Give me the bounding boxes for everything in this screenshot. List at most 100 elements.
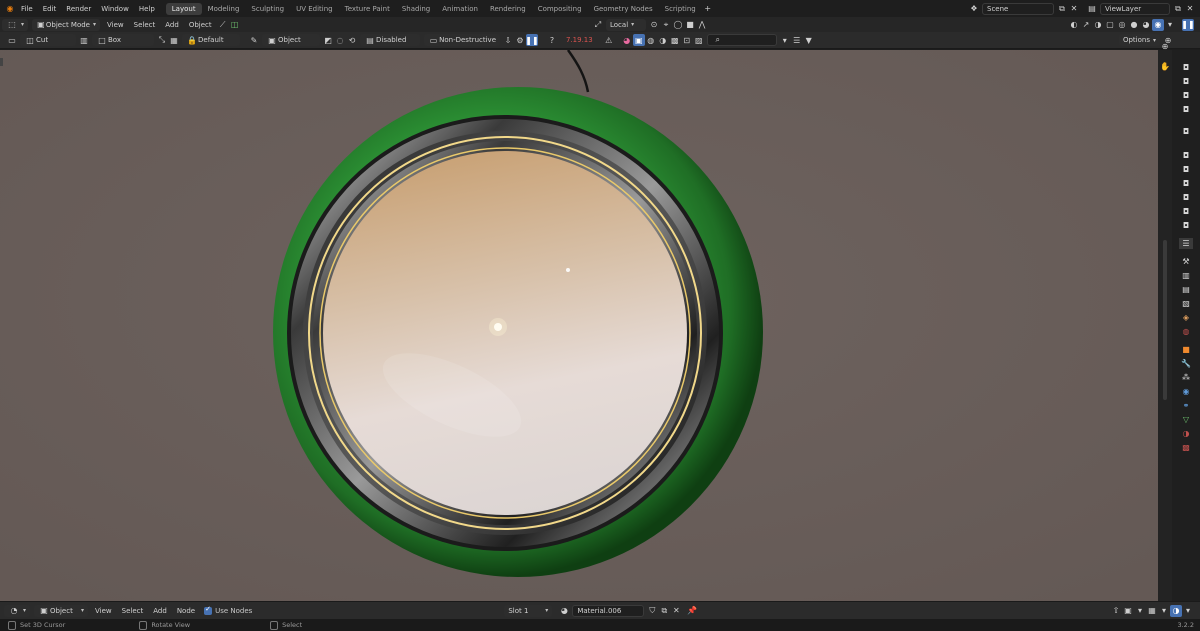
editor-type-dropdown-bottom[interactable]: ◔ ▾: [4, 604, 31, 617]
snap-node-icon[interactable]: ▣: [1122, 605, 1134, 617]
camera-restrict-icon-8[interactable]: ◘: [1181, 178, 1192, 189]
viewport-menu-object[interactable]: Object: [184, 21, 217, 29]
camera-restrict-icon-4[interactable]: ◘: [1181, 104, 1192, 115]
node-menu-node[interactable]: Node: [172, 607, 200, 615]
node-menu-select[interactable]: Select: [117, 607, 149, 615]
workspace-tab-scripting[interactable]: Scripting: [659, 3, 702, 15]
workspace-tab-shading[interactable]: Shading: [396, 3, 436, 15]
render-properties-icon[interactable]: ▥: [1181, 270, 1192, 281]
editor-type-dropdown[interactable]: ⬚ ▾: [2, 18, 29, 31]
gizmo-icon[interactable]: ↗: [1080, 19, 1092, 31]
workspace-tab-texture-paint[interactable]: Texture Paint: [339, 3, 396, 15]
color-wheel-icon[interactable]: ◕: [621, 34, 633, 46]
snap-icon[interactable]: ⟋: [217, 19, 229, 31]
camera-restrict-icon-7[interactable]: ◘: [1181, 164, 1192, 175]
shading-options-icon[interactable]: ▾: [1164, 19, 1176, 31]
fake-user-shield-icon[interactable]: ⛉: [646, 605, 658, 617]
backdrop-toggle-icon[interactable]: ◑: [1170, 604, 1182, 617]
output-properties-icon[interactable]: ▤: [1181, 284, 1192, 295]
camera-restrict-icon-10[interactable]: ◘: [1181, 206, 1192, 217]
object-dropdown[interactable]: ▣ Object: [262, 34, 320, 46]
menu-window[interactable]: Window: [96, 5, 134, 13]
falloff-icon[interactable]: ⋀: [696, 19, 708, 31]
search-field[interactable]: ⌕: [706, 34, 777, 46]
rendered-shading-icon[interactable]: ◉: [1152, 18, 1164, 31]
scene-field[interactable]: Scene: [982, 2, 1054, 15]
pen-icon[interactable]: ✎: [248, 34, 260, 46]
3d-viewport[interactable]: [0, 50, 1158, 601]
globe-icon[interactable]: ◍: [645, 34, 657, 46]
delete-viewlayer-icon[interactable]: ✕: [1184, 3, 1196, 15]
tool-icon[interactable]: ▭: [6, 34, 18, 46]
transform-orientation-icon[interactable]: ⤢: [592, 19, 604, 31]
snap-dropdown-icon[interactable]: ▾: [1134, 605, 1146, 617]
particles-properties-icon[interactable]: ⁂: [1181, 372, 1192, 383]
array-icon[interactable]: ⟲: [346, 34, 358, 46]
camera-icon[interactable]: ⊡: [681, 34, 693, 46]
shading-square-icon[interactable]: ■: [684, 19, 696, 31]
scrollbar[interactable]: [1163, 240, 1167, 400]
physics-properties-icon[interactable]: ◉: [1181, 386, 1192, 397]
warning-icon[interactable]: ⚠: [603, 34, 615, 46]
pause-icon[interactable]: ❚❚: [525, 34, 539, 46]
world-properties-icon[interactable]: ◍: [1181, 326, 1192, 337]
context-dropdown[interactable]: ▣ Object ▾: [34, 604, 89, 617]
camera-restrict-icon-2[interactable]: ◘: [1181, 76, 1192, 87]
visibility-icon[interactable]: ◐: [1068, 19, 1080, 31]
parent-node-icon[interactable]: ⇧: [1110, 605, 1122, 617]
cut-mode-icon[interactable]: ▥: [78, 34, 90, 46]
download-icon[interactable]: ⇩: [502, 34, 514, 46]
cut-dropdown[interactable]: ◫ Cut: [20, 34, 76, 46]
viewlayer-icon[interactable]: ▤: [1086, 3, 1098, 15]
data-properties-icon[interactable]: ▽: [1181, 414, 1192, 425]
proportional-edit-icon[interactable]: ◯: [672, 19, 684, 31]
workspace-tab-rendering[interactable]: Rendering: [484, 3, 532, 15]
pivot-dropdown[interactable]: Local ▾: [606, 18, 646, 31]
xray-icon[interactable]: ▢: [1104, 19, 1116, 31]
wireframe-shading-icon[interactable]: ◎: [1116, 19, 1128, 31]
viewport-menu-add[interactable]: Add: [160, 21, 184, 29]
camera-restrict-icon-11[interactable]: ◘: [1181, 220, 1192, 231]
snapping-icon[interactable]: ⌖: [660, 19, 672, 31]
menu-edit[interactable]: Edit: [38, 5, 62, 13]
options-dropdown[interactable]: Options ▾: [1118, 34, 1160, 46]
view-layer-properties-icon[interactable]: ▧: [1181, 298, 1192, 309]
backdrop-dropdown-icon[interactable]: ▾: [1182, 605, 1194, 617]
constraints-properties-icon[interactable]: ⚭: [1181, 400, 1192, 411]
disabled-dropdown[interactable]: ▤ Disabled: [360, 34, 420, 46]
settings-gear-icon[interactable]: ⚙: [514, 34, 526, 46]
sort-icon[interactable]: ☰: [791, 34, 803, 46]
image-icon[interactable]: ▩: [669, 34, 681, 46]
blender-logo-icon[interactable]: ◉: [4, 3, 16, 15]
workspace-tab-geometry-nodes[interactable]: Geometry Nodes: [588, 3, 659, 15]
overlay-node-icon[interactable]: ▾: [1158, 605, 1170, 617]
camera-restrict-icon-6[interactable]: ◘: [1181, 150, 1192, 161]
modifier-properties-icon[interactable]: 🔧: [1181, 358, 1192, 369]
workspace-tab-sculpting[interactable]: Sculpting: [245, 3, 290, 15]
object-properties-icon[interactable]: ■: [1181, 344, 1192, 355]
use-nodes-checkbox[interactable]: Use Nodes: [204, 605, 252, 615]
pause-render-icon[interactable]: ❚❚: [1181, 18, 1195, 31]
unlink-material-icon[interactable]: ✕: [670, 605, 682, 617]
workspace-tab-animation[interactable]: Animation: [436, 3, 484, 15]
library-icon[interactable]: ▨: [693, 34, 705, 46]
scene-icon[interactable]: ❖: [968, 3, 980, 15]
overlay-toggle-icon[interactable]: ◫: [229, 19, 241, 31]
new-viewlayer-icon[interactable]: ⧉: [1172, 3, 1184, 15]
mirror-icon[interactable]: ◩: [322, 34, 334, 46]
circle-icon[interactable]: ◌: [334, 34, 346, 46]
box-dropdown[interactable]: □ Box: [92, 34, 154, 46]
duplicate-material-icon[interactable]: ⧉: [658, 605, 670, 617]
sphere-icon[interactable]: ◑: [657, 34, 669, 46]
viewport-menu-select[interactable]: Select: [129, 21, 161, 29]
non-destructive-dropdown[interactable]: ▭ Non-Destructive: [424, 34, 500, 46]
select-box-icon[interactable]: ▣: [632, 34, 645, 46]
camera-restrict-icon-1[interactable]: ◘: [1181, 62, 1192, 73]
add-workspace-button[interactable]: +: [702, 3, 714, 15]
node-menu-add[interactable]: Add: [148, 607, 172, 615]
new-scene-icon[interactable]: ⧉: [1056, 3, 1068, 15]
solid-shading-icon[interactable]: ●: [1128, 19, 1140, 31]
camera-restrict-icon-9[interactable]: ◘: [1181, 192, 1192, 203]
camera-restrict-icon-5[interactable]: ◘: [1181, 126, 1192, 137]
viewlayer-field[interactable]: ViewLayer: [1100, 2, 1170, 15]
